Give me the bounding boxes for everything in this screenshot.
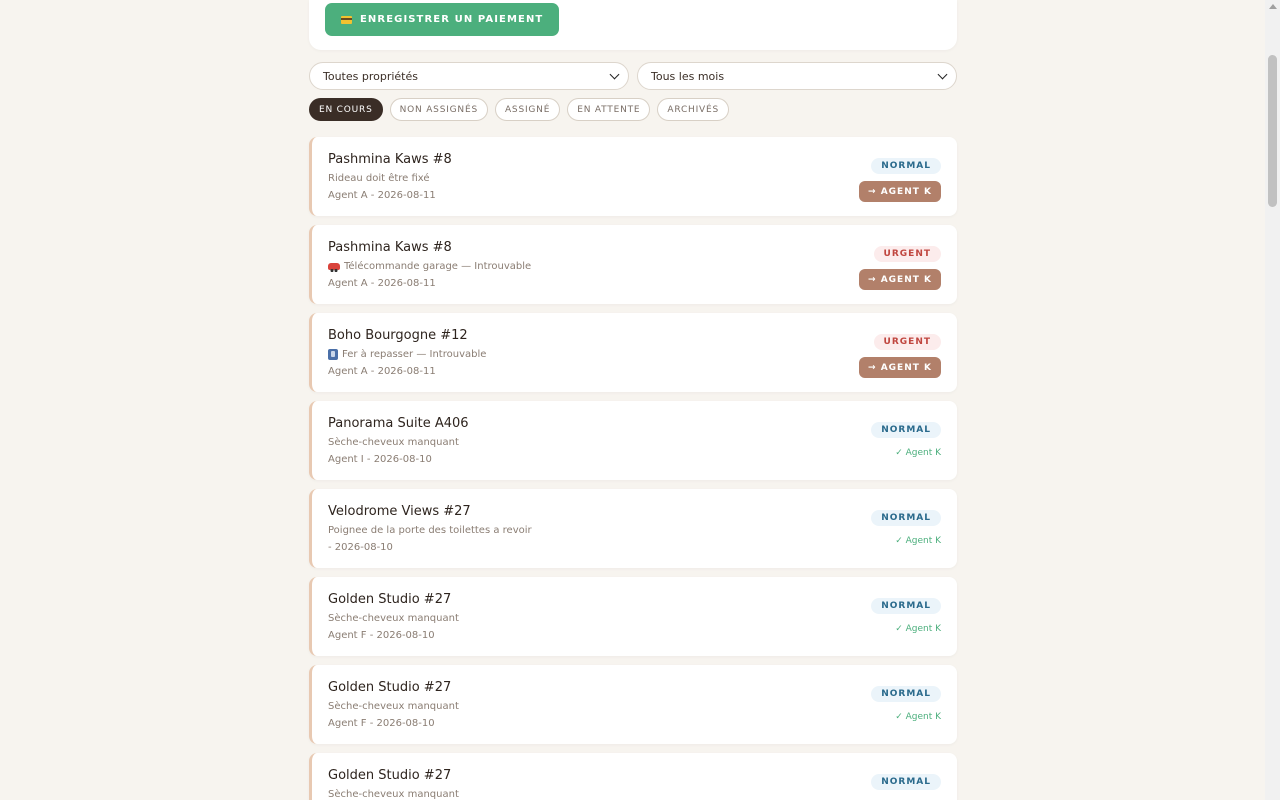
ticket-card[interactable]: Golden Studio #27 Sèche-cheveux manquant A… — [309, 577, 957, 656]
chevron-down-icon — [937, 69, 948, 79]
ticket-description-row: Sèche-cheveux manquant — [328, 613, 459, 624]
credit-card-icon — [341, 15, 352, 24]
ticket-meta: Agent A - 2026-08-11 — [328, 366, 436, 377]
tab-non-assignes[interactable]: NON ASSIGNÉS — [389, 98, 488, 121]
priority-badge: URGENT — [873, 334, 941, 350]
ticket-description-row: Poignee de la porte des toilettes a revo… — [328, 525, 532, 536]
ticket-meta: Agent F - 2026-08-10 — [328, 718, 435, 729]
assigned-agent-label: ✓ Agent K — [895, 448, 941, 458]
assigned-agent-label: ✓ Agent K — [895, 712, 941, 722]
ticket-card[interactable]: Boho Bourgogne #12 Fer à repasser — Intro… — [309, 313, 957, 392]
ticket-description: Sèche-cheveux manquant — [328, 613, 459, 624]
ticket-title: Velodrome Views #27 — [328, 504, 471, 519]
record-payment-button[interactable]: ENREGISTRER UN PAIEMENT — [325, 3, 560, 36]
assigned-agent-label: ✓ Agent K — [895, 536, 941, 546]
ticket-meta: Agent I - 2026-08-10 — [328, 454, 432, 465]
ticket-description: Sèche-cheveux manquant — [328, 789, 459, 800]
priority-badge: NORMAL — [871, 422, 941, 438]
priority-badge: NORMAL — [871, 598, 941, 614]
record-payment-label: ENREGISTRER UN PAIEMENT — [360, 14, 544, 25]
assign-agent-button[interactable]: → AGENT K — [859, 357, 941, 378]
ticket-card[interactable]: Golden Studio #27 Sèche-cheveux manquant A… — [309, 665, 957, 744]
car-icon — [328, 263, 340, 272]
ticket-meta: Agent A - 2026-08-11 — [328, 278, 436, 289]
month-select-value: Tous les mois — [651, 69, 725, 83]
property-select[interactable]: Toutes propriétés — [309, 62, 629, 90]
ticket-description-row: Sèche-cheveux manquant — [328, 701, 459, 712]
assigned-agent-label: ✓ Agent K — [895, 624, 941, 634]
ticket-title: Golden Studio #27 — [328, 768, 452, 783]
ticket-title: Panorama Suite A406 — [328, 416, 469, 431]
ticket-meta: Agent F - 2026-08-10 — [328, 630, 435, 641]
scroll-up-arrow-icon[interactable] — [1269, 4, 1277, 9]
payment-card: ENREGISTRER UN PAIEMENT — [309, 0, 957, 50]
ticket-description-row: Télécommande garage — Introuvable — [328, 261, 531, 272]
status-tabs: EN COURS NON ASSIGNÉS ASSIGNÉ EN ATTENTE… — [309, 98, 730, 121]
priority-badge: NORMAL — [871, 686, 941, 702]
ticket-title: Pashmina Kaws #8 — [328, 152, 452, 167]
ticket-description-row: Sèche-cheveux manquant — [328, 789, 459, 800]
tab-archives[interactable]: ARCHIVÉS — [657, 98, 730, 121]
ticket-card[interactable]: Pashmina Kaws #8 Rideau doit être fixé Age… — [309, 137, 957, 216]
ticket-card[interactable]: Pashmina Kaws #8 Télécommande garage — In… — [309, 225, 957, 304]
ticket-description: Sèche-cheveux manquant — [328, 437, 459, 448]
ticket-description: Sèche-cheveux manquant — [328, 701, 459, 712]
ticket-description-row: Fer à repasser — Introuvable — [328, 349, 486, 360]
tab-en-attente[interactable]: EN ATTENTE — [567, 98, 651, 121]
ticket-title: Golden Studio #27 — [328, 680, 452, 695]
ticket-title: Pashmina Kaws #8 — [328, 240, 452, 255]
priority-badge: NORMAL — [871, 158, 941, 174]
tab-assigne[interactable]: ASSIGNÉ — [494, 98, 561, 121]
ticket-description: Poignee de la porte des toilettes a revo… — [328, 525, 532, 536]
priority-badge: NORMAL — [871, 774, 941, 790]
ticket-description: Télécommande garage — Introuvable — [344, 261, 532, 272]
property-select-value: Toutes propriétés — [323, 69, 418, 83]
ticket-description: Fer à repasser — Introuvable — [342, 349, 487, 360]
ticket-card[interactable]: Panorama Suite A406 Sèche-cheveux manquan… — [309, 401, 957, 480]
main-content: ENREGISTRER UN PAIEMENT Toutes propriété… — [309, 0, 957, 800]
ticket-description: Rideau doit être fixé — [328, 173, 430, 184]
priority-badge: URGENT — [873, 246, 941, 262]
scrollbar-thumb[interactable] — [1268, 55, 1277, 207]
ticket-title: Boho Bourgogne #12 — [328, 328, 468, 343]
iron-icon — [328, 349, 338, 360]
filter-bar: Toutes propriétés Tous les mois — [309, 62, 957, 90]
ticket-card[interactable]: Velodrome Views #27 Poignee de la porte d… — [309, 489, 957, 568]
ticket-meta: - 2026-08-10 — [328, 542, 393, 553]
ticket-meta: Agent A - 2026-08-11 — [328, 190, 436, 201]
tab-en-cours[interactable]: EN COURS — [309, 98, 383, 121]
chevron-down-icon — [609, 69, 620, 79]
assign-agent-button[interactable]: → AGENT K — [859, 181, 941, 202]
ticket-description-row: Rideau doit être fixé — [328, 173, 430, 184]
assign-agent-button[interactable]: → AGENT K — [859, 269, 941, 290]
ticket-description-row: Sèche-cheveux manquant — [328, 437, 459, 448]
priority-badge: NORMAL — [871, 510, 941, 526]
ticket-card[interactable]: Golden Studio #27 Sèche-cheveux manquant N… — [309, 753, 957, 800]
ticket-title: Golden Studio #27 — [328, 592, 452, 607]
month-select[interactable]: Tous les mois — [637, 62, 957, 90]
page-scrollbar[interactable] — [1265, 0, 1280, 800]
